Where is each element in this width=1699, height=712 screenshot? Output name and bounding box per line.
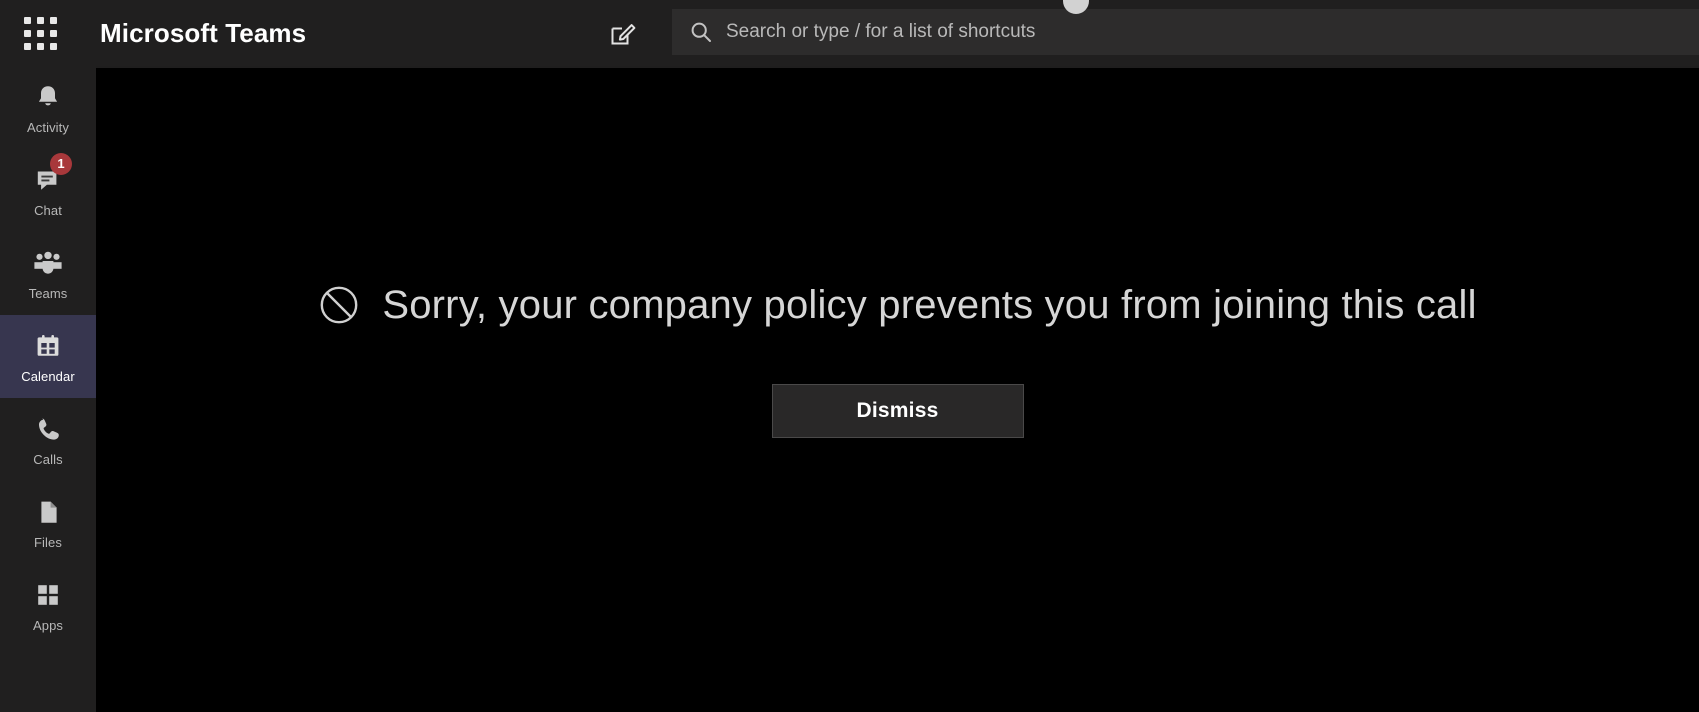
file-icon bbox=[32, 496, 64, 528]
bell-icon bbox=[32, 81, 64, 113]
grid-dot bbox=[23, 16, 31, 24]
grid-menu-icon[interactable] bbox=[18, 12, 62, 54]
sidebar-item-label: Activity bbox=[27, 119, 69, 135]
sidebar-item-calendar[interactable]: Calendar bbox=[0, 315, 96, 398]
sidebar-item-label: Teams bbox=[28, 285, 68, 301]
sidebar-item-teams[interactable]: Teams bbox=[0, 232, 96, 315]
sidebar-item-chat[interactable]: 1 Chat bbox=[0, 149, 96, 232]
sidebar-item-label: Files bbox=[34, 534, 62, 550]
people-icon bbox=[32, 247, 64, 279]
meeting-stage: Sorry, your company policy prevents you … bbox=[96, 68, 1699, 712]
app-title: Microsoft Teams bbox=[100, 17, 307, 48]
sidebar-item-label: Calls bbox=[33, 451, 63, 467]
top-header-bar: Microsoft Teams bbox=[0, 0, 1699, 66]
sidebar-item-label: Apps bbox=[32, 617, 64, 633]
sidebar-item-label: Chat bbox=[34, 202, 62, 218]
grid-dot bbox=[23, 29, 31, 37]
left-nav-rail: Activity 1 Chat Teams Calendar Calls Fil… bbox=[0, 66, 96, 712]
chat-bubble-icon: 1 bbox=[32, 152, 72, 196]
grid-dot bbox=[36, 29, 44, 37]
sidebar-item-activity[interactable]: Activity bbox=[0, 66, 96, 149]
search-bar[interactable] bbox=[672, 9, 1699, 55]
dismiss-button[interactable]: Dismiss bbox=[771, 383, 1024, 438]
grid-dot bbox=[49, 42, 57, 50]
grid-dot bbox=[36, 42, 44, 50]
search-icon bbox=[690, 21, 712, 43]
grid-dot bbox=[49, 16, 57, 24]
sidebar-item-files[interactable]: Files bbox=[0, 481, 96, 564]
grid-dot bbox=[36, 16, 44, 24]
policy-message-row: Sorry, your company policy prevents you … bbox=[96, 283, 1699, 328]
search-input[interactable] bbox=[726, 17, 1699, 47]
teams-window: Microsoft Teams Search or type / for a l… bbox=[0, 0, 1699, 712]
calendar-icon bbox=[32, 330, 64, 362]
sidebar-item-label: Calendar bbox=[21, 368, 75, 384]
phone-icon bbox=[32, 413, 64, 445]
grid-dot bbox=[23, 42, 31, 50]
grid-dot bbox=[49, 29, 57, 37]
compose-new-icon[interactable] bbox=[608, 18, 638, 48]
sidebar-item-apps[interactable]: Apps bbox=[0, 564, 96, 647]
blocked-circle-slash-icon bbox=[318, 284, 360, 326]
policy-message-text: Sorry, your company policy prevents you … bbox=[382, 282, 1477, 327]
chat-unread-badge: 1 bbox=[50, 152, 72, 175]
apps-grid-icon bbox=[32, 579, 64, 611]
sidebar-item-calls[interactable]: Calls bbox=[0, 398, 96, 481]
